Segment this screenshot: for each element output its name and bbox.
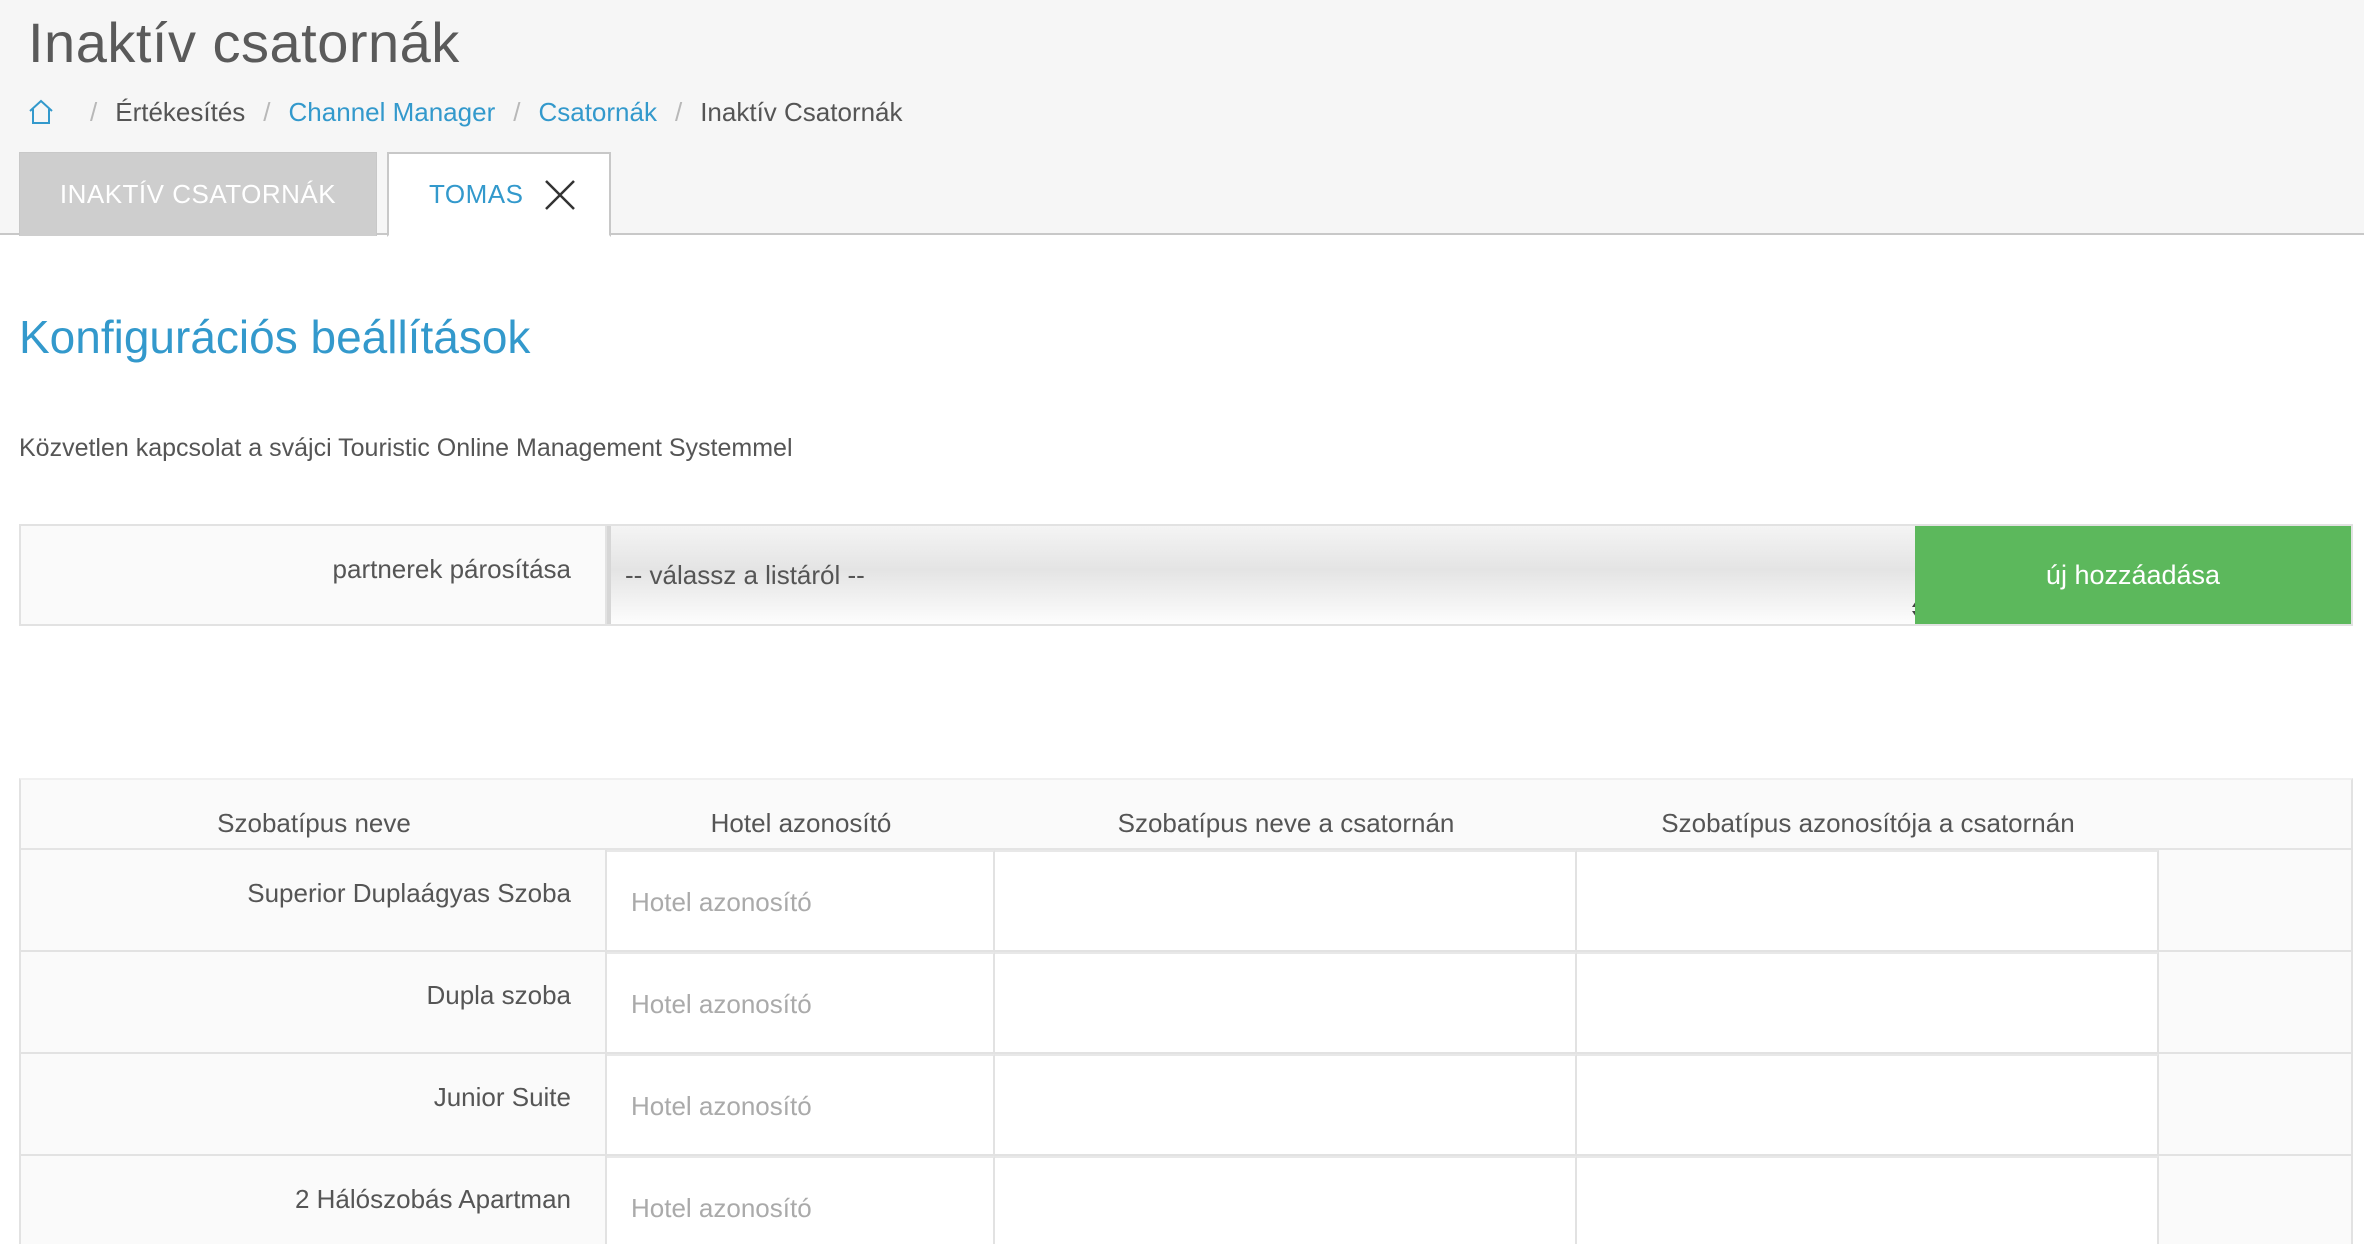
- table-row: Superior Duplaágyas Szoba Hotel azonosít…: [21, 850, 2351, 952]
- channel-room-id-input[interactable]: [1577, 1156, 2159, 1244]
- partner-pairing-row: partnerek párosítása -- válassz a listár…: [19, 524, 2353, 626]
- close-icon[interactable]: [543, 178, 577, 212]
- room-mapping-table: Szobatípus neve Hotel azonosító Szobatíp…: [19, 778, 2353, 1244]
- channel-room-id-input[interactable]: [1577, 1054, 2159, 1154]
- channel-room-name-input[interactable]: [995, 1054, 1577, 1154]
- tab-inactive-channels[interactable]: INAKTÍV CSATORNÁK: [19, 152, 377, 236]
- partner-pairing-label: partnerek párosítása: [21, 526, 607, 624]
- room-name-cell: 2 Hálószobás Apartman: [21, 1156, 607, 1244]
- partner-select[interactable]: -- válassz a listáról --: [607, 526, 1935, 624]
- section-title: Konfigurációs beállítások: [19, 311, 531, 363]
- table-row: Junior Suite Hotel azonosító: [21, 1054, 2351, 1156]
- tab-label: INAKTÍV CSATORNÁK: [59, 179, 337, 209]
- hotel-id-input[interactable]: Hotel azonosító: [607, 1054, 995, 1154]
- room-name-cell: Dupla szoba: [21, 952, 607, 1052]
- breadcrumb-separator: /: [90, 96, 98, 127]
- table-row: 2 Hálószobás Apartman Hotel azonosító: [21, 1156, 2351, 1244]
- channel-room-name-input[interactable]: [995, 952, 1577, 1052]
- table-header: Szobatípus neve Hotel azonosító Szobatíp…: [21, 780, 2351, 850]
- breadcrumb-link-channel-manager[interactable]: Channel Manager: [289, 97, 496, 128]
- channel-room-name-input[interactable]: [995, 850, 1577, 950]
- add-new-button[interactable]: új hozzáadása: [1915, 526, 2351, 624]
- table-row: Dupla szoba Hotel azonosító: [21, 952, 2351, 1054]
- breadcrumb: / Értékesítés / Channel Manager / Csator…: [28, 94, 903, 130]
- hotel-id-input[interactable]: Hotel azonosító: [607, 952, 995, 1052]
- partner-select-value: -- válassz a listáról --: [625, 560, 865, 590]
- hotel-id-input[interactable]: Hotel azonosító: [607, 850, 995, 950]
- column-header-channel-room-id: Szobatípus azonosítója a csatornán: [1661, 808, 2075, 838]
- breadcrumb-current: Inaktív Csatornák: [700, 96, 903, 127]
- room-name-cell: Junior Suite: [21, 1054, 607, 1154]
- tab-label: TOMAS: [429, 179, 524, 209]
- room-name-cell: Superior Duplaágyas Szoba: [21, 850, 607, 950]
- breadcrumb-separator: /: [513, 96, 521, 127]
- channel-room-name-input[interactable]: [995, 1156, 1577, 1244]
- breadcrumb-separator: /: [674, 96, 683, 127]
- page-title: Inaktív csatornák: [28, 11, 460, 74]
- breadcrumb-link-csatornak[interactable]: Csatornák: [538, 97, 657, 128]
- channel-room-id-input[interactable]: [1577, 850, 2159, 950]
- page-header: Inaktív csatornák / Értékesítés / Channe…: [0, 0, 2364, 237]
- hotel-id-input[interactable]: Hotel azonosító: [607, 1156, 995, 1244]
- channel-room-id-input[interactable]: [1577, 952, 2159, 1052]
- tab-tomas[interactable]: TOMAS: [387, 152, 611, 237]
- home-icon[interactable]: [28, 99, 54, 125]
- column-header-hotel-id: Hotel azonosító: [710, 808, 892, 838]
- breadcrumb-item-ertekesites: Értékesítés: [115, 96, 246, 127]
- column-header-room-name: Szobatípus neve: [217, 808, 411, 838]
- section-description: Közvetlen kapcsolat a svájci Touristic O…: [19, 434, 793, 462]
- breadcrumb-separator: /: [263, 96, 271, 127]
- column-header-channel-room-name: Szobatípus neve a csatornán: [1117, 808, 1455, 838]
